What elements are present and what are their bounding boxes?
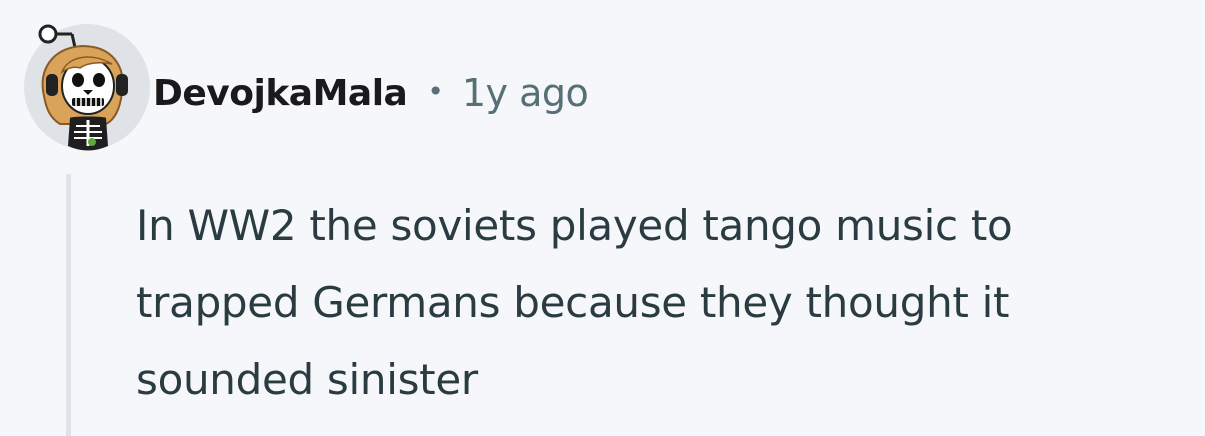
comment-body-line: trapped Germans because they thought it [136,278,1010,327]
meta-separator: • [427,74,444,108]
comment-body-line: sounded sinister [136,355,478,404]
snoo-skeleton-avatar-icon [24,24,150,151]
avatar[interactable] [22,22,152,152]
username-link[interactable]: DevojkaMala [153,73,408,114]
comment-meta: DevojkaMala • 1y ago [153,60,589,126]
comment: DevojkaMala • 1y ago In WW2 the soviets … [0,0,1205,436]
timestamp[interactable]: 1y ago [462,71,589,115]
comment-body: In WW2 the soviets played tango music to… [136,187,1191,418]
thread-collapse-line[interactable] [66,174,71,436]
comment-body-line: In WW2 the soviets played tango music to [136,201,1013,250]
